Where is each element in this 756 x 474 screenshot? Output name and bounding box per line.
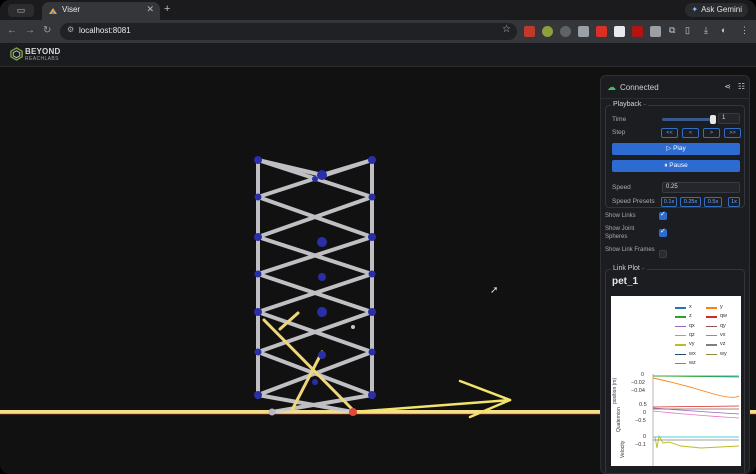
tab-overview-icon[interactable]: ▭ xyxy=(8,4,34,17)
step-last-button[interactable]: >> xyxy=(724,128,741,138)
time-slider-track[interactable] xyxy=(662,118,714,121)
share-icon[interactable]: ⋖ xyxy=(724,82,731,91)
speed-preset-0-1x-button[interactable]: 0.1x xyxy=(661,197,677,207)
show-links-checkbox[interactable] xyxy=(659,210,667,220)
base-joint-left xyxy=(268,408,276,416)
connection-status: Connected xyxy=(620,83,659,92)
step-label: Step xyxy=(612,129,626,136)
time-input[interactable]: 1 xyxy=(718,113,740,124)
speed-preset-0-25x-button[interactable]: 0.25x xyxy=(680,197,701,207)
playback-title-label: Playback xyxy=(613,101,642,108)
show-joint-spheres-checkbox[interactable] xyxy=(659,227,667,237)
panel-content: Playback − Time 1 Step << < > >> ▷ Play ⏸… xyxy=(601,98,749,473)
site-info-icon[interactable]: ⚙ xyxy=(67,25,74,34)
new-tab-button[interactable]: + xyxy=(164,3,170,15)
settings-sliders-icon[interactable]: ☷ xyxy=(738,82,745,91)
speed-input[interactable]: 0.25 xyxy=(662,182,740,193)
plot-traces xyxy=(652,374,740,466)
link-plot-folder: Link Plot − pet_1 x y z qw qx qy qz vx vy vz wx wy wz… xyxy=(605,265,745,473)
viser-favicon-icon xyxy=(49,8,57,14)
collapse-caret-icon: − xyxy=(643,102,647,108)
pause-button[interactable]: ⏸ Pause xyxy=(612,160,740,172)
profile-icon[interactable]: ◐ xyxy=(721,25,726,35)
address-url: localhost:8081 xyxy=(79,26,131,35)
browser-window: ▭ Viser ✕ + ✦ Ask Gemini ← → ↻ ⚙ localhos… xyxy=(0,0,756,474)
joint-sphere-small xyxy=(351,325,355,329)
forward-arrow-icon[interactable]: → xyxy=(25,25,35,36)
playback-folder: Playback − Time 1 Step << < > >> ▷ Play ⏸… xyxy=(605,101,745,208)
ask-gemini-button[interactable]: ✦ Ask Gemini xyxy=(685,3,748,17)
extension-icon[interactable] xyxy=(632,26,643,37)
tab-title: Viser xyxy=(62,5,81,14)
control-panel: ☁ Connected ⋖ ☷ Playback − Time 1 Step <<… xyxy=(600,75,750,474)
speed-presets-label: Speed Presets xyxy=(612,198,655,205)
speed-preset-0-5x-button[interactable]: 0.5x xyxy=(704,197,722,207)
time-label: Time xyxy=(612,116,627,123)
bookmark-star-icon[interactable]: ☆ xyxy=(502,24,511,35)
highlighted-link xyxy=(262,311,355,412)
reload-icon[interactable]: ↻ xyxy=(43,25,51,36)
extensions-icon[interactable]: ⧉ xyxy=(669,25,675,36)
step-first-button[interactable]: << xyxy=(661,128,678,138)
step-back-button[interactable]: < xyxy=(682,128,699,138)
connection-header: ☁ Connected ⋖ ☷ xyxy=(607,82,745,94)
show-joint-spheres-label: Show Joint Spheres xyxy=(605,226,635,240)
extension-icon[interactable] xyxy=(596,26,607,37)
extension-icon[interactable] xyxy=(650,26,661,37)
speed-label: Speed xyxy=(612,184,631,191)
play-button[interactable]: ▷ Play xyxy=(612,143,740,155)
address-bar[interactable]: ⚙ localhost:8081 ☆ xyxy=(60,23,517,40)
mouse-cursor-icon: ➚ xyxy=(490,285,499,296)
extension-icon[interactable] xyxy=(578,26,589,37)
extension-icon[interactable] xyxy=(524,26,535,37)
extension-icon[interactable] xyxy=(560,26,571,37)
link-plot-canvas[interactable]: x y z qw qx qy qz vx vy vz wx wy wz position (m) Qua… xyxy=(611,296,741,466)
scissor-lift-structure xyxy=(256,158,374,414)
speed-preset-1x-button[interactable]: 1x xyxy=(728,197,740,207)
time-slider-thumb[interactable] xyxy=(710,115,716,124)
show-links-label: Show Links xyxy=(605,213,636,219)
link-plot-folder-title[interactable]: Link Plot − xyxy=(611,265,647,272)
back-arrow-icon[interactable]: ← xyxy=(7,25,17,36)
cloud-connected-icon: ☁ xyxy=(607,82,616,92)
playback-folder-title[interactable]: Playback − xyxy=(611,101,649,108)
app-header: BEYOND REACHLABS xyxy=(0,43,756,67)
base-joint-right xyxy=(349,408,357,416)
logo-text: BEYOND xyxy=(25,47,61,56)
ask-gemini-label: Ask Gemini xyxy=(701,5,742,14)
beyond-reach-logo-icon xyxy=(10,47,23,61)
browser-toolbar: ← → ↻ ⚙ localhost:8081 ☆ ⧉ ▯ ⤓ ◐ ⋮ xyxy=(0,20,756,43)
gemini-sparkle-icon: ✦ xyxy=(691,5,699,14)
link-plot-title-label: Link Plot xyxy=(613,265,640,272)
extension-icon[interactable] xyxy=(542,26,553,37)
menu-icon[interactable]: ⋮ xyxy=(740,25,749,36)
extension-icon[interactable] xyxy=(614,26,625,37)
tab-viser[interactable]: Viser ✕ xyxy=(42,2,160,20)
step-forward-button[interactable]: > xyxy=(703,128,720,138)
logo-subtext: REACHLABS xyxy=(25,56,59,62)
collapse-caret-icon: − xyxy=(641,266,645,272)
download-icon[interactable]: ⤓ xyxy=(704,25,708,36)
tab-strip: ▭ Viser ✕ + ✦ Ask Gemini xyxy=(0,0,756,20)
close-icon[interactable]: ✕ xyxy=(146,4,154,15)
sidepanel-icon[interactable]: ▯ xyxy=(685,25,690,36)
show-link-frames-checkbox[interactable] xyxy=(659,250,667,258)
plot-link-name: pet_1 xyxy=(612,276,639,287)
show-link-frames-label: Show Link Frames xyxy=(605,247,655,253)
